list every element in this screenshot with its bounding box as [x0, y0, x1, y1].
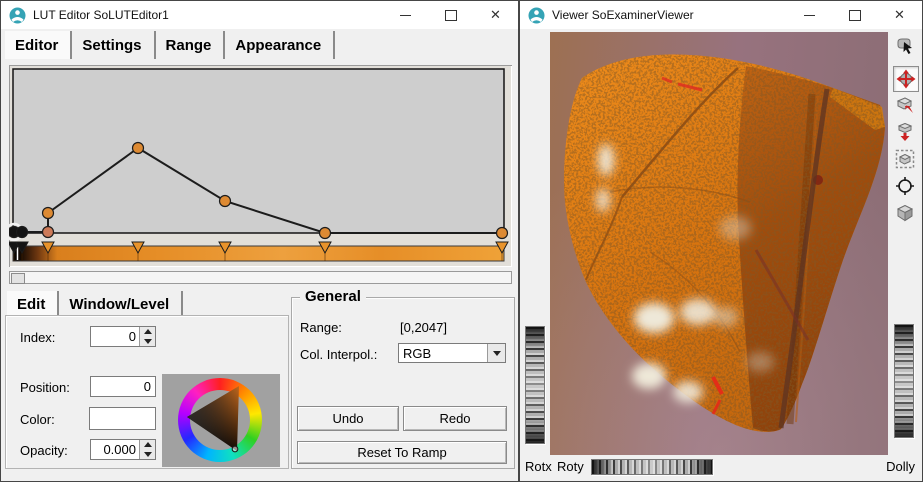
rotx-label: Rotx	[525, 459, 552, 474]
index-value: 0	[91, 327, 139, 346]
camera-type-icon[interactable]	[893, 201, 917, 225]
minimize-icon[interactable]	[383, 1, 428, 29]
tab-settings[interactable]: Settings	[72, 31, 155, 59]
undo-button[interactable]: Undo	[297, 406, 399, 431]
edit-panel: Index: 0 Position: 0 Color: Opacity: 0.0…	[5, 315, 289, 469]
tab-window-level[interactable]: Window/Level	[59, 291, 183, 317]
opacity-value: 0.000	[91, 440, 139, 459]
hue-triangle[interactable]	[162, 374, 280, 467]
color-label: Color:	[20, 412, 55, 427]
color-wheel[interactable]	[162, 374, 280, 467]
viewer-window: Viewer SoExaminerViewer ✕	[519, 0, 923, 482]
range-value: [0,2047]	[400, 320, 447, 335]
maximize-icon[interactable]	[832, 1, 877, 29]
viewer-toolbar	[888, 29, 922, 481]
opacity-up-arrow-icon[interactable]	[140, 440, 155, 450]
range-label: Range:	[300, 320, 342, 335]
tab-appearance[interactable]: Appearance	[225, 31, 335, 59]
general-panel-title: General	[300, 288, 366, 305]
viewport-3d[interactable]	[550, 32, 890, 455]
tab-range[interactable]: Range	[156, 31, 226, 59]
opacity-down-arrow-icon[interactable]	[140, 450, 155, 460]
roty-thumbwheel[interactable]	[591, 459, 713, 475]
viewer-titlebar[interactable]: Viewer SoExaminerViewer ✕	[520, 1, 922, 29]
view-all-icon[interactable]	[893, 120, 917, 144]
pick-mode-icon[interactable]	[893, 34, 917, 58]
main-tab-bar: Editor Settings Range Appearance	[5, 31, 335, 59]
close-icon[interactable]: ✕	[877, 1, 922, 29]
view-rotate-mode-icon[interactable]	[893, 66, 919, 92]
app-icon	[9, 7, 26, 24]
hue-marker[interactable]	[232, 446, 238, 452]
interpolation-value: RGB	[399, 344, 487, 362]
lut-curve-canvas[interactable]	[9, 65, 512, 267]
dolly-thumbwheel[interactable]	[894, 324, 914, 438]
window-title: LUT Editor SoLUTEditor1	[33, 8, 169, 22]
dolly-label: Dolly	[886, 459, 915, 474]
opacity-label: Opacity:	[20, 443, 68, 458]
roty-label: Roty	[557, 459, 584, 474]
window-title: Viewer SoExaminerViewer	[552, 8, 694, 22]
position-field[interactable]: 0	[90, 376, 156, 397]
curve-scrollbar[interactable]	[9, 271, 512, 284]
opacity-stepper[interactable]: 0.000	[90, 439, 156, 460]
combo-dropdown-arrow-icon[interactable]	[487, 344, 505, 362]
viewport-scene	[550, 32, 890, 455]
lut-editor-window: LUT Editor SoLUTEditor1 ✕ Editor Setting…	[0, 0, 519, 482]
redo-button[interactable]: Redo	[403, 406, 507, 431]
index-label: Index:	[20, 330, 55, 345]
reset-to-ramp-button[interactable]: Reset To Ramp	[297, 441, 507, 464]
edit-tab-bar: Edit Window/Level	[7, 291, 183, 317]
color-swatch-button[interactable]	[89, 407, 156, 430]
close-icon[interactable]: ✕	[473, 1, 518, 29]
seek-icon[interactable]	[893, 93, 917, 117]
general-panel: General Range: [0,2047] Col. Interpol.: …	[291, 297, 515, 469]
index-up-arrow-icon[interactable]	[140, 327, 155, 337]
focal-point-icon[interactable]	[893, 174, 917, 198]
lut-curve-panel	[9, 65, 512, 267]
tab-editor[interactable]: Editor	[5, 31, 72, 59]
minimize-icon[interactable]	[787, 1, 832, 29]
curve-scrollbar-handle[interactable]	[11, 273, 25, 284]
index-down-arrow-icon[interactable]	[140, 337, 155, 347]
interpolation-select[interactable]: RGB	[398, 343, 506, 363]
position-label: Position:	[20, 380, 70, 395]
tab-edit[interactable]: Edit	[7, 291, 59, 317]
rotx-thumbwheel[interactable]	[525, 326, 545, 444]
lut-editor-titlebar[interactable]: LUT Editor SoLUTEditor1 ✕	[1, 1, 518, 29]
desktop: LUT Editor SoLUTEditor1 ✕ Editor Setting…	[0, 0, 923, 482]
interpolation-label: Col. Interpol.:	[300, 347, 377, 362]
maximize-icon[interactable]	[428, 1, 473, 29]
index-stepper[interactable]: 0	[90, 326, 156, 347]
app-icon	[528, 7, 545, 24]
select-view-icon[interactable]	[893, 147, 917, 171]
